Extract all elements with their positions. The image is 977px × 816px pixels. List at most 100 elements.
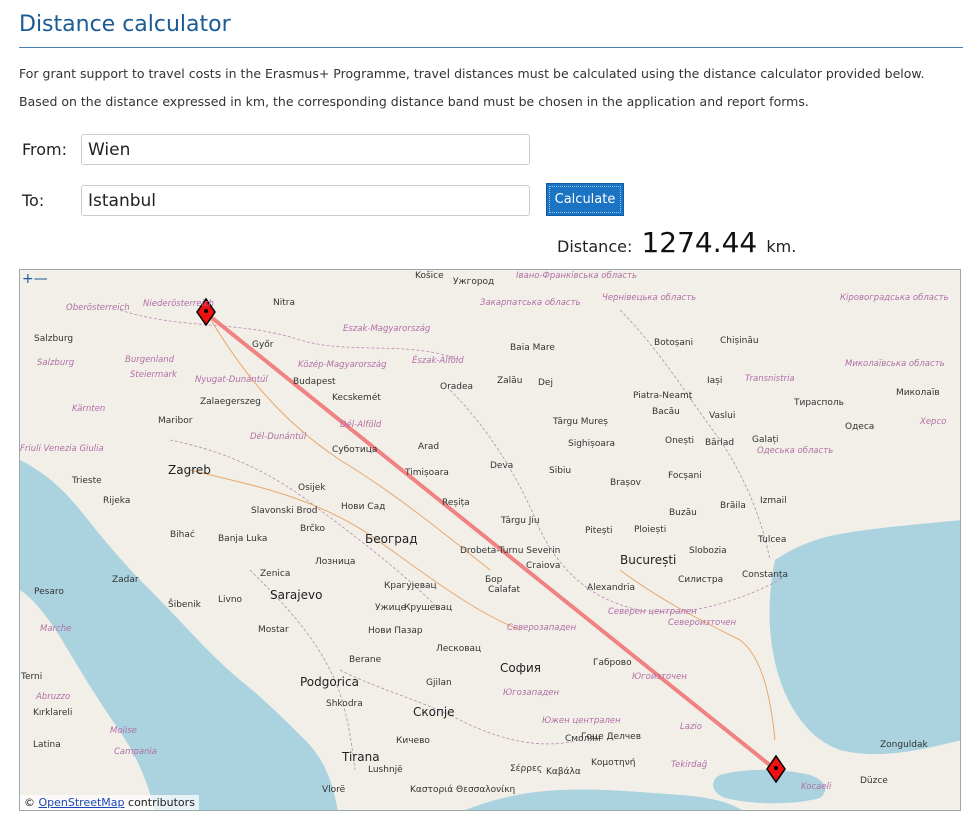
map-place-label: Лесковац [436,644,482,654]
map-place-label: Κομοτηνή [591,758,636,768]
map-place-label: Sarajevo [270,588,323,602]
map-place-label: Херсо [920,417,947,427]
map-place-label: Buzău [669,508,697,518]
map-place-label: Kocaeli [801,782,832,792]
map-place-label: Одеса [845,422,875,432]
map-place-label: Београд [365,532,418,546]
map-place-label: Shkodra [326,699,363,709]
map-place-label: Nyugat-Dunántúl [195,375,268,385]
map-place-label: Ужице [375,603,407,613]
map-place-label: Dél-Dunántúl [250,432,307,442]
from-input[interactable] [81,134,530,165]
map-place-label: Közép-Magyarország [298,360,387,370]
map-place-label: Габрово [593,658,632,668]
map-place-label: Salzburg [37,358,75,368]
map-place-label: București [620,553,677,567]
map-place-label: Terni [21,672,43,682]
route-line [204,311,778,772]
title-divider [19,47,963,48]
map-attribution: © OpenStreetMap contributors [20,795,199,810]
map-place-label: Trieste [72,476,102,486]
map-place-label: Arad [418,442,440,452]
map-place-label: Deva [490,461,514,471]
map-place-label: Győr [252,340,274,350]
map-place-label: Івано-Франківська область [516,271,637,281]
map-place-label: Craiova [526,561,561,571]
map-place-label: Kärnten [72,404,106,414]
map-place-label: Botoșani [654,338,694,348]
distance-unit: km. [766,237,797,256]
map-place-label: Σέρρες [510,764,543,774]
map-place-label: София [500,661,541,675]
map-place-label: Nitra [273,298,295,308]
map-place-label: Drobeta-Turnu Severin [460,546,561,556]
map-place-label: Одеська область [757,446,834,456]
page-title: Distance calculator [19,12,231,37]
map-place-label: Bârlad [705,438,735,448]
map-place-label: Šibenik [168,600,201,610]
map-place-label: Суботица [332,445,378,455]
map-place-label: Reșița [442,498,470,508]
map-place-label: Calafat [488,585,521,595]
map-place-label: Лозница [315,557,356,567]
map-place-label: Latina [33,740,61,750]
map-place-label: Baia Mare [510,343,555,353]
to-input[interactable] [81,185,530,216]
map-place-label: Bacău [652,407,680,417]
map-place-label: Iași [707,376,723,386]
map-place-label: Podgorica [300,675,359,689]
map-place-label: Югоизточен [632,672,687,682]
map-place-label: Zagreb [168,463,211,477]
map-place-label: Крушевац [404,603,453,613]
map-place-label: Zonguldak [880,740,928,750]
map-place-label: Pitești [585,526,613,536]
map-place-label: Brașov [610,478,641,488]
zoom-control[interactable]: +— [22,272,48,286]
map-place-label: Budapest [293,377,336,387]
roads [189,309,776,741]
map-place-label: Vaslui [709,411,736,421]
map-place-label: Timișoara [405,468,449,478]
map-place-label: Кіровоградська область [840,293,949,303]
intro-text-2: Based on the distance expressed in km, t… [19,94,809,109]
map-place-label: Düzce [860,776,888,786]
map-view[interactable]: Košice Ужгород Івано-Франківська область Ob… [19,269,961,811]
map-place-label: Tulcea [758,535,787,545]
calculate-button[interactable]: Calculate [546,183,624,216]
map-place-label: Крагујевац [384,581,437,591]
map-place-label: Zalău [497,376,523,386]
map-place-label: Καβάλα [546,767,581,777]
map-place-label: Galați [752,435,779,445]
map-place-label: Миколаїв [896,388,940,398]
map-place-label: Миколаївська область [845,359,945,369]
map-place-label: Rijeka [103,496,131,506]
map-place-label: Чернівецька область [602,293,697,303]
map-place-label: Тирасполь [794,398,844,408]
map-place-label: Oberösterreich [66,303,130,313]
map-place-label: Гоце Делчев [581,732,641,742]
map-place-label: Lazio [680,722,702,732]
map-place-label: Észak-Alföld [412,356,464,366]
map-place-label: Salzburg [34,334,74,344]
map-place-label: Tirana [342,750,380,764]
map-place-label: Северозападен [507,623,577,633]
map-place-label: Zalaegerszeg [200,397,261,407]
map-place-label: Североизточен [668,618,737,628]
map-place-label: Izmail [760,496,787,506]
distance-label: Distance: [557,237,633,256]
map-place-label: Friuli Venezia Giulia [20,444,104,454]
map-place-label: Chișinău [720,336,759,346]
map-place-label: Molise [110,726,137,736]
map-place-label: Vlorë [322,785,346,795]
map-place-label: Καστοριά [410,785,454,795]
map-place-label: Lushnjë [368,765,403,775]
openstreetmap-link[interactable]: OpenStreetMap [39,796,125,809]
map-place-label: Osijek [298,483,326,493]
map-place-label: Югозападен [503,688,560,698]
copyright-symbol: © [24,796,35,809]
map-place-label: Θεσσαλονίκη [456,785,516,795]
map-place-label: Transnistria [745,374,795,384]
map-place-label: Slobozia [689,546,727,556]
map-place-label: Kecskemét [332,393,381,403]
map-place-label: Onești [665,436,695,446]
